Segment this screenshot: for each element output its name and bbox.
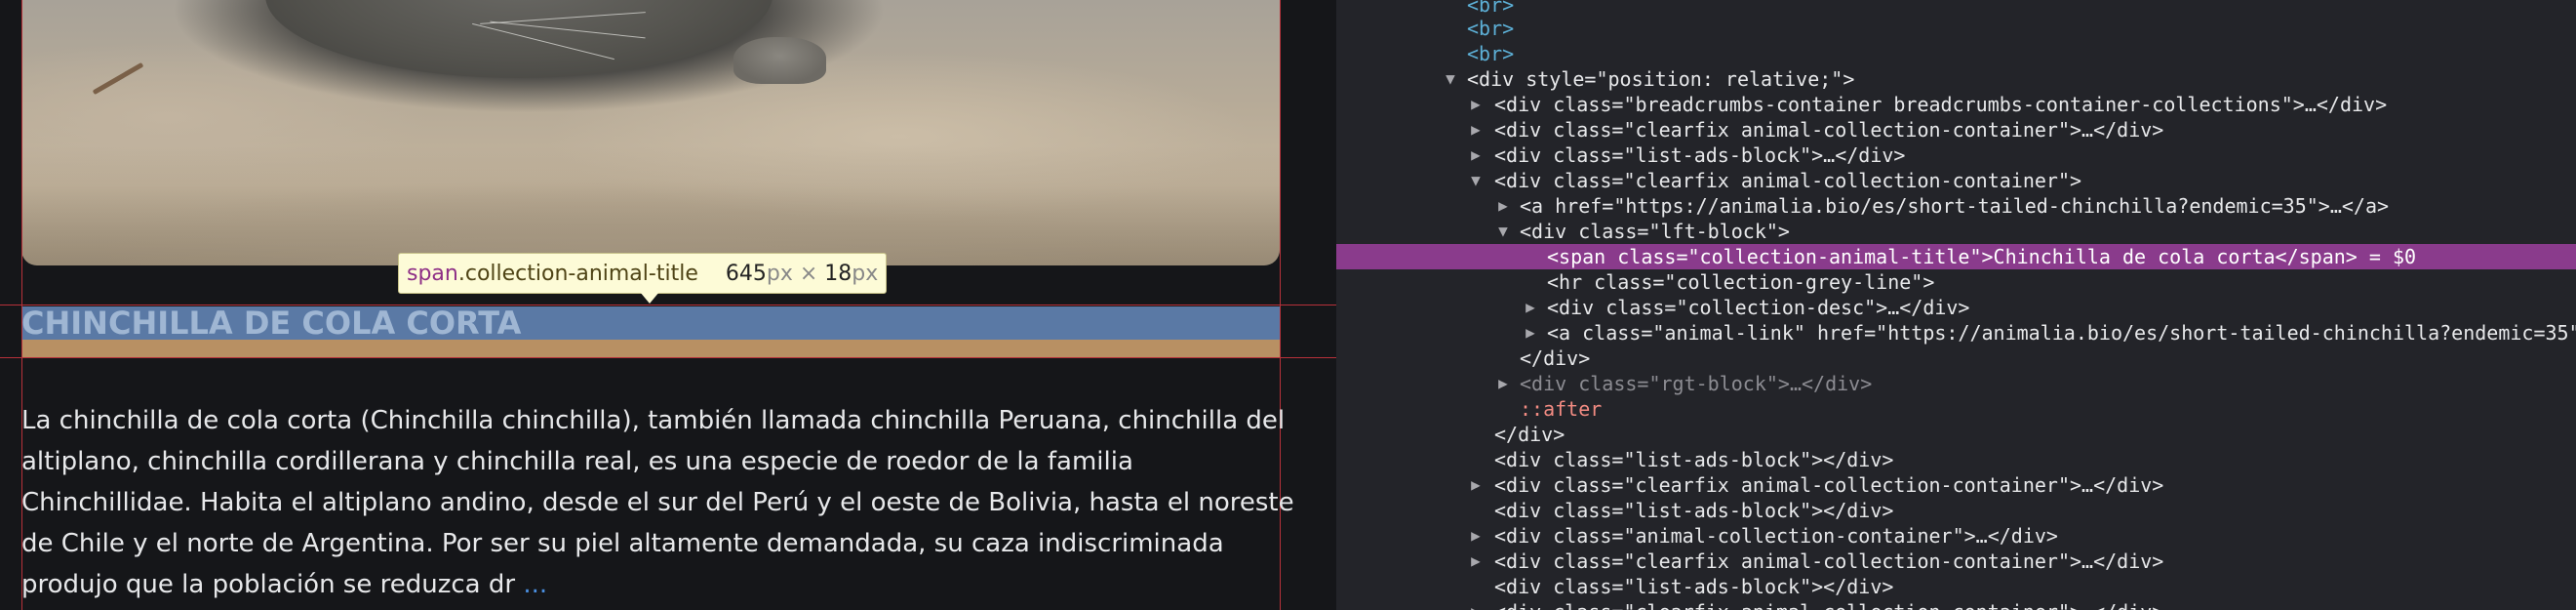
dom-node-ads-block[interactable]: ▶ <div class="list-ads-block">…</div>	[1336, 142, 2576, 168]
guide-line-bottom	[0, 357, 1336, 358]
dom-node-text: </div>	[1520, 346, 1591, 370]
dom-node-text: <div class="breadcrumbs-container breadc…	[1494, 93, 2388, 116]
expand-triangle-icon[interactable]: ▶	[1496, 371, 1510, 396]
dom-node-text: <div class="list-ads-block"></div>	[1494, 448, 1894, 471]
tooltip-height: 18	[824, 261, 852, 286]
collapse-triangle-icon[interactable]: ▼	[1444, 66, 1457, 92]
dom-node-collection-container[interactable]: ▶ <div class="clearfix animal-collection…	[1336, 117, 2576, 142]
tooltip-dimensions: 645px × 18px	[726, 262, 878, 286]
dom-node-text: <a href="https://animalia.bio/es/short-t…	[1520, 194, 2390, 218]
twig	[92, 61, 144, 96]
dom-node-text: ::after	[1520, 397, 1603, 421]
dom-node-close-div[interactable]: </div>	[1336, 422, 2576, 447]
collection-description: La chinchilla de cola corta (Chinchilla …	[21, 400, 1294, 605]
dom-node-br[interactable]: <br>	[1336, 16, 2576, 41]
tooltip-unit: px	[766, 261, 793, 286]
tooltip-width: 645	[725, 261, 767, 286]
description-line: de Chile y el norte de Argentina. Por se…	[21, 529, 1224, 558]
expand-triangle-icon[interactable]: ▶	[1469, 142, 1483, 168]
dom-node-text: <div class="clearfix animal-collection-c…	[1494, 549, 2164, 573]
dom-node-br[interactable]: <br>	[1336, 41, 2576, 66]
dom-node-ads-block[interactable]: <div class="list-ads-block"></div>	[1336, 447, 2576, 472]
dom-node-text: <div class="clearfix animal-collection-c…	[1494, 169, 2082, 192]
expand-triangle-icon[interactable]: ▶	[1524, 320, 1537, 346]
description-line-last: produjo que la población se reduzca dr .…	[21, 564, 1289, 605]
expand-triangle-icon[interactable]: ▶	[1469, 117, 1483, 142]
dom-node-collection-container-open[interactable]: ▼ <div class="clearfix animal-collection…	[1336, 168, 2576, 193]
expand-triangle-icon[interactable]: ▶	[1469, 92, 1483, 117]
tooltip-unit: px	[852, 261, 879, 286]
dom-node-close-div[interactable]: </div>	[1336, 346, 2576, 371]
expand-triangle-icon[interactable]: ▶	[1469, 549, 1483, 574]
devtools-elements-panel: <br> <br> <br> ▼ <div style="position: r…	[1336, 0, 2576, 610]
tooltip-selector: span.collection-animal-title	[407, 262, 698, 286]
dom-node-text: <div class="animal-collection-container"…	[1494, 524, 2058, 548]
description-line: altiplano, chinchilla cordillerana y chi…	[21, 447, 1133, 476]
dom-node-text: <hr class="collection-grey-line">	[1547, 270, 1935, 294]
expand-triangle-icon[interactable]: ▶	[1469, 599, 1483, 610]
dom-node-selected-span[interactable]: <span class="collection-animal-title">Ch…	[1336, 244, 2576, 269]
dom-node-text: <div style="position: relative;">	[1467, 67, 1855, 91]
dom-node-anchor[interactable]: ▶ <a href="https://animalia.bio/es/short…	[1336, 193, 2576, 219]
description-line: La chinchilla de cola corta (Chinchilla …	[21, 406, 1286, 435]
dom-node-text: <div class="list-ads-block"></div>	[1494, 499, 1894, 522]
chinchilla-paw	[733, 37, 826, 84]
dom-node-collection-container[interactable]: ▶ <div class="clearfix animal-collection…	[1336, 549, 2576, 574]
dom-node-lft-block[interactable]: ▼ <div class="lft-block">	[1336, 219, 2576, 244]
expand-triangle-icon[interactable]: ▶	[1524, 295, 1537, 320]
dom-node-div-relative[interactable]: ▼ <div style="position: relative;">	[1336, 66, 2576, 92]
dom-node-text: </div>	[1494, 423, 1565, 446]
dom-node-ads-block[interactable]: <div class="list-ads-block"></div>	[1336, 498, 2576, 523]
dom-node-text: <div class="collection-desc">…</div>	[1547, 296, 1970, 319]
element-margin-highlight	[21, 340, 1280, 357]
tooltip-class: .collection-animal-title	[457, 261, 698, 286]
dom-node-text: <div class="list-ads-block"></div>	[1494, 575, 1894, 598]
description-line-text: produjo que la población se reduzca dr	[21, 570, 524, 599]
dom-node-text: <div class="clearfix animal-collection-c…	[1494, 600, 2163, 610]
dom-node-rgt-block[interactable]: ▶ <div class="rgt-block">…</div>	[1336, 371, 2576, 396]
collection-animal-title[interactable]: CHINCHILLA DE COLA CORTA	[21, 306, 521, 340]
dom-node-ads-block[interactable]: <div class="list-ads-block"></div>	[1336, 574, 2576, 599]
dom-node-collection-container[interactable]: ▶ <div class="clearfix animal-collection…	[1336, 599, 2576, 610]
dom-node-hr[interactable]: <hr class="collection-grey-line">	[1336, 269, 2576, 295]
dom-node-text: <br>	[1467, 42, 1515, 65]
dom-node-text: <div class="lft-block">	[1520, 220, 1790, 243]
inspect-tooltip: span.collection-animal-title 645px × 18p…	[398, 253, 888, 294]
dom-node-breadcrumbs[interactable]: ▶ <div class="breadcrumbs-container brea…	[1336, 92, 2576, 117]
chinchilla-body	[265, 0, 773, 78]
dom-node-text: <div class="clearfix animal-collection-c…	[1494, 473, 2164, 497]
rock-surface	[21, 146, 1280, 265]
dom-node-text: <br>	[1467, 17, 1515, 40]
expand-triangle-icon[interactable]: ▶	[1496, 193, 1510, 219]
tooltip-tag: span	[407, 261, 458, 286]
dom-node-collection-container[interactable]: ▶ <div class="animal-collection-containe…	[1336, 523, 2576, 549]
dom-node-text: <br>	[1467, 0, 1515, 17]
dom-node-text: <div class="list-ads-block">…</div>	[1494, 143, 1906, 167]
dom-node-after-pseudo[interactable]: ::after	[1336, 396, 2576, 422]
dom-node-animal-link[interactable]: ▶ <a class="animal-link" href="https://a…	[1336, 320, 2576, 346]
dom-node-collection-container[interactable]: ▶ <div class="clearfix animal-collection…	[1336, 472, 2576, 498]
description-line: Chinchillidae. Habita el altiplano andin…	[21, 488, 1294, 517]
expand-triangle-icon[interactable]: ▶	[1469, 523, 1483, 549]
expand-triangle-icon[interactable]: ▶	[1469, 472, 1483, 498]
tooltip-arrow	[640, 292, 659, 304]
read-more-link[interactable]: ...	[523, 570, 547, 599]
chinchilla-photo[interactable]	[21, 0, 1280, 265]
page-viewport: CHINCHILLA DE COLA CORTA span.collection…	[0, 0, 1336, 610]
collapse-triangle-icon[interactable]: ▼	[1496, 219, 1510, 244]
dom-node-text: <a class="animal-link" href="https://ani…	[1547, 321, 2576, 345]
collapse-triangle-icon[interactable]: ▼	[1469, 168, 1483, 193]
dom-node-text: <div class="clearfix animal-collection-c…	[1494, 118, 2164, 142]
tooltip-times: ×	[799, 261, 818, 286]
dom-node-collection-desc[interactable]: ▶ <div class="collection-desc">…</div>	[1336, 295, 2576, 320]
dom-node-text: <span class="collection-animal-title">Ch…	[1547, 245, 2417, 268]
dom-node-text: <div class="rgt-block">…</div>	[1520, 372, 1873, 395]
